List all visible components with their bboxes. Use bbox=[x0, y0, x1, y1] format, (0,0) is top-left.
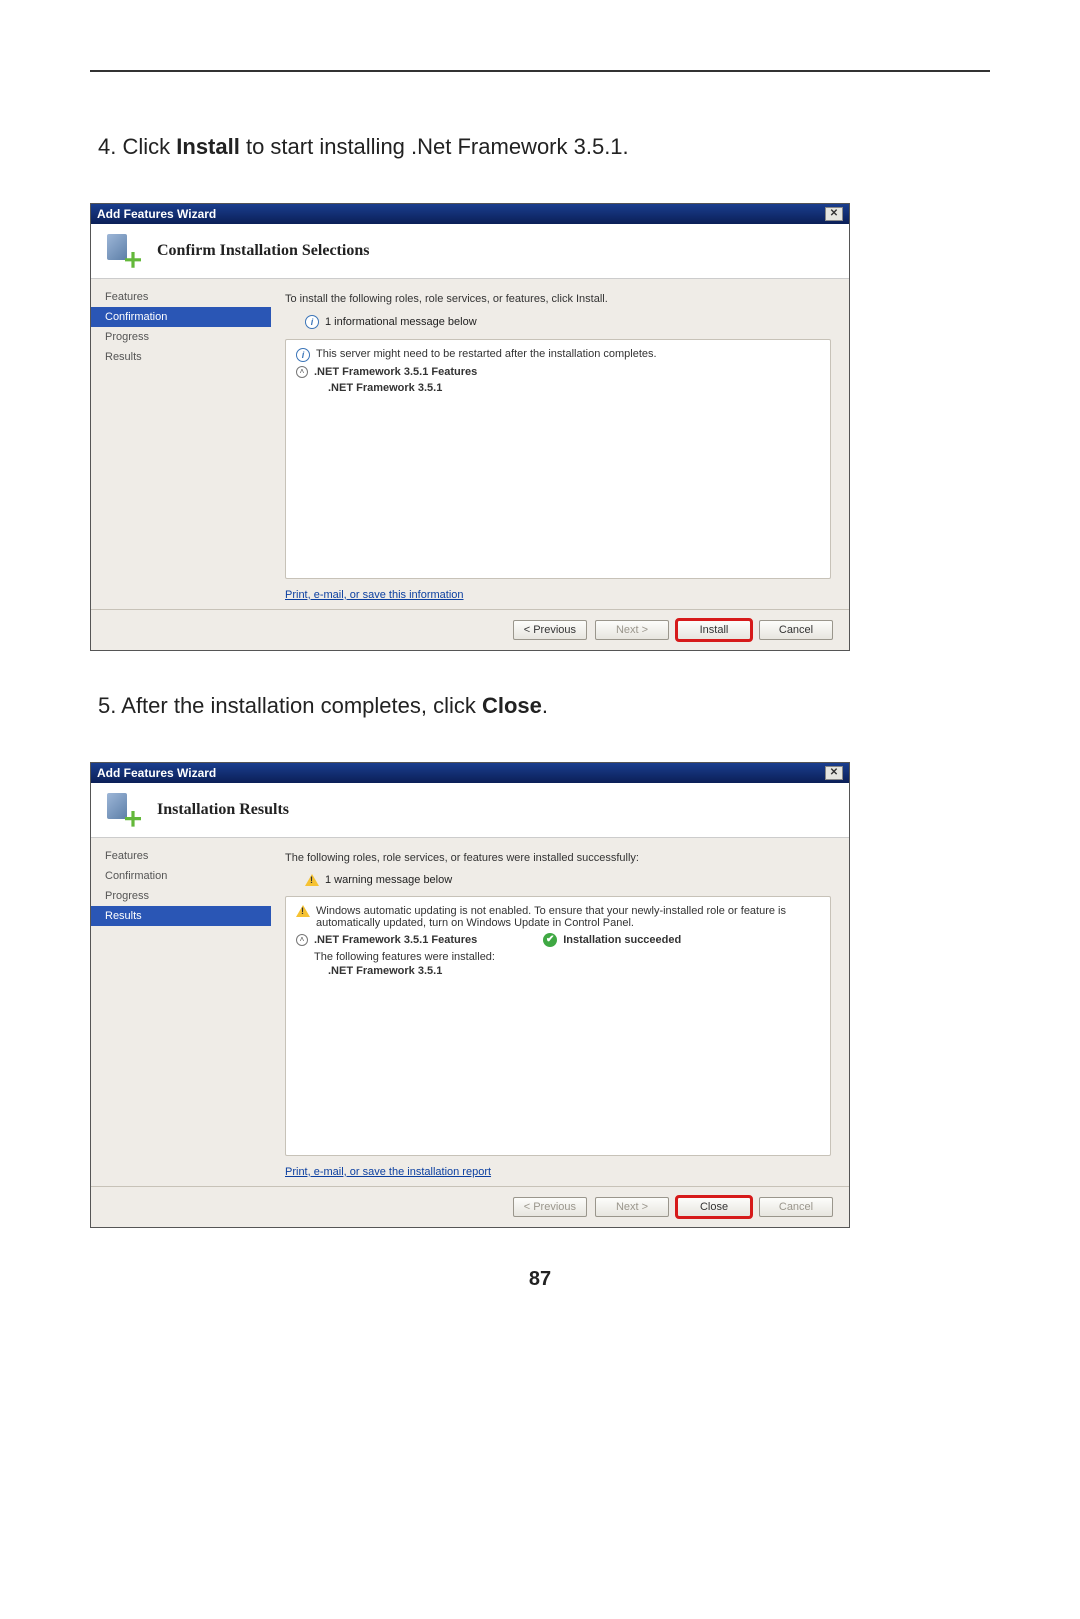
previous-button[interactable]: < Previous bbox=[513, 620, 587, 640]
wizard1-print-link[interactable]: Print, e-mail, or save this information bbox=[285, 589, 464, 601]
install-button[interactable]: Install bbox=[677, 620, 751, 640]
step-5-post: . bbox=[542, 693, 548, 718]
next-button: Next > bbox=[595, 1197, 669, 1217]
wizard2-title: Add Features Wizard bbox=[97, 766, 216, 780]
wizard2-feature-heading: .NET Framework 3.5.1 Features bbox=[314, 934, 477, 946]
wizard2-feature-sub: .NET Framework 3.5.1 bbox=[328, 965, 820, 977]
nav-progress[interactable]: Progress bbox=[91, 327, 271, 347]
cancel-button: Cancel bbox=[759, 1197, 833, 1217]
next-button: Next > bbox=[595, 620, 669, 640]
step-5-text: 5. After the installation completes, cli… bbox=[98, 691, 990, 722]
step-5-pre: After the installation completes, click bbox=[121, 693, 482, 718]
wizard2-msg-count-text: 1 warning message below bbox=[325, 874, 452, 886]
wizard-icon bbox=[103, 793, 141, 827]
step-4-number: 4. bbox=[98, 134, 116, 159]
nav-confirmation[interactable]: Confirmation bbox=[91, 307, 271, 327]
step-4-post: to start installing .Net Framework 3.5.1… bbox=[240, 134, 629, 159]
wizard1-feature-box: i This server might need to be restarted… bbox=[285, 339, 831, 579]
wizard2-header: Installation Results bbox=[91, 783, 849, 838]
wizard2-intro: The following roles, role services, or f… bbox=[285, 852, 831, 864]
warning-icon bbox=[305, 874, 319, 886]
wizard1-warn-msg: This server might need to be restarted a… bbox=[316, 348, 657, 360]
step-4-bold: Install bbox=[176, 134, 240, 159]
wizard1-msg-count: i 1 informational message below bbox=[305, 315, 831, 329]
wizard2-sub-intro: The following features were installed: bbox=[314, 951, 820, 963]
step-4-text: 4. Click Install to start installing .Ne… bbox=[98, 132, 990, 163]
wizard2-header-title: Installation Results bbox=[157, 801, 289, 819]
nav-progress[interactable]: Progress bbox=[91, 886, 271, 906]
warning-icon bbox=[296, 905, 310, 917]
wizard1-feature-sub: .NET Framework 3.5.1 bbox=[328, 382, 820, 394]
nav-confirmation[interactable]: Confirmation bbox=[91, 866, 271, 886]
wizard1-header-title: Confirm Installation Selections bbox=[157, 242, 369, 260]
page-number: 87 bbox=[90, 1268, 990, 1291]
wizard1-title: Add Features Wizard bbox=[97, 207, 216, 221]
wizard2-titlebar[interactable]: Add Features Wizard ✕ bbox=[91, 763, 849, 783]
wizard1-footer: < Previous Next > Install Cancel bbox=[91, 609, 849, 650]
step-5-number: 5. bbox=[98, 693, 116, 718]
previous-button: < Previous bbox=[513, 1197, 587, 1217]
close-button[interactable]: Close bbox=[677, 1197, 751, 1217]
wizard1-titlebar[interactable]: Add Features Wizard ✕ bbox=[91, 204, 849, 224]
wizard1-intro: To install the following roles, role ser… bbox=[285, 293, 831, 305]
nav-features[interactable]: Features bbox=[91, 287, 271, 307]
wizard2-print-link[interactable]: Print, e-mail, or save the installation … bbox=[285, 1166, 491, 1178]
wizard1-msg-count-text: 1 informational message below bbox=[325, 316, 477, 328]
wizard1-main: To install the following roles, role ser… bbox=[271, 279, 849, 609]
wizard1-header: Confirm Installation Selections bbox=[91, 224, 849, 279]
wizard2-success-label: Installation succeeded bbox=[563, 934, 681, 946]
info-icon: i bbox=[296, 348, 310, 362]
collapse-icon[interactable]: ˄ bbox=[296, 934, 308, 946]
wizard-installation-results: Add Features Wizard ✕ Installation Resul… bbox=[90, 762, 850, 1228]
step-5-bold: Close bbox=[482, 693, 542, 718]
wizard2-main: The following roles, role services, or f… bbox=[271, 838, 849, 1186]
wizard1-feature-heading: .NET Framework 3.5.1 Features bbox=[314, 366, 477, 378]
step-4-pre: Click bbox=[122, 134, 176, 159]
wizard2-msg-count: 1 warning message below bbox=[305, 874, 831, 886]
collapse-icon[interactable]: ˄ bbox=[296, 366, 308, 378]
info-icon: i bbox=[305, 315, 319, 329]
wizard1-sidebar: Features Confirmation Progress Results bbox=[91, 279, 271, 609]
nav-results[interactable]: Results bbox=[91, 347, 271, 367]
nav-features[interactable]: Features bbox=[91, 846, 271, 866]
wizard2-warn-msg: Windows automatic updating is not enable… bbox=[316, 905, 820, 929]
page-rule bbox=[90, 70, 990, 72]
success-icon: ✔ bbox=[543, 933, 557, 947]
wizard2-footer: < Previous Next > Close Cancel bbox=[91, 1186, 849, 1227]
nav-results[interactable]: Results bbox=[91, 906, 271, 926]
close-icon[interactable]: ✕ bbox=[825, 207, 843, 221]
cancel-button[interactable]: Cancel bbox=[759, 620, 833, 640]
wizard-confirm-installation: Add Features Wizard ✕ Confirm Installati… bbox=[90, 203, 850, 651]
wizard-icon bbox=[103, 234, 141, 268]
wizard2-feature-box: Windows automatic updating is not enable… bbox=[285, 896, 831, 1156]
close-icon[interactable]: ✕ bbox=[825, 766, 843, 780]
wizard2-sidebar: Features Confirmation Progress Results bbox=[91, 838, 271, 1186]
